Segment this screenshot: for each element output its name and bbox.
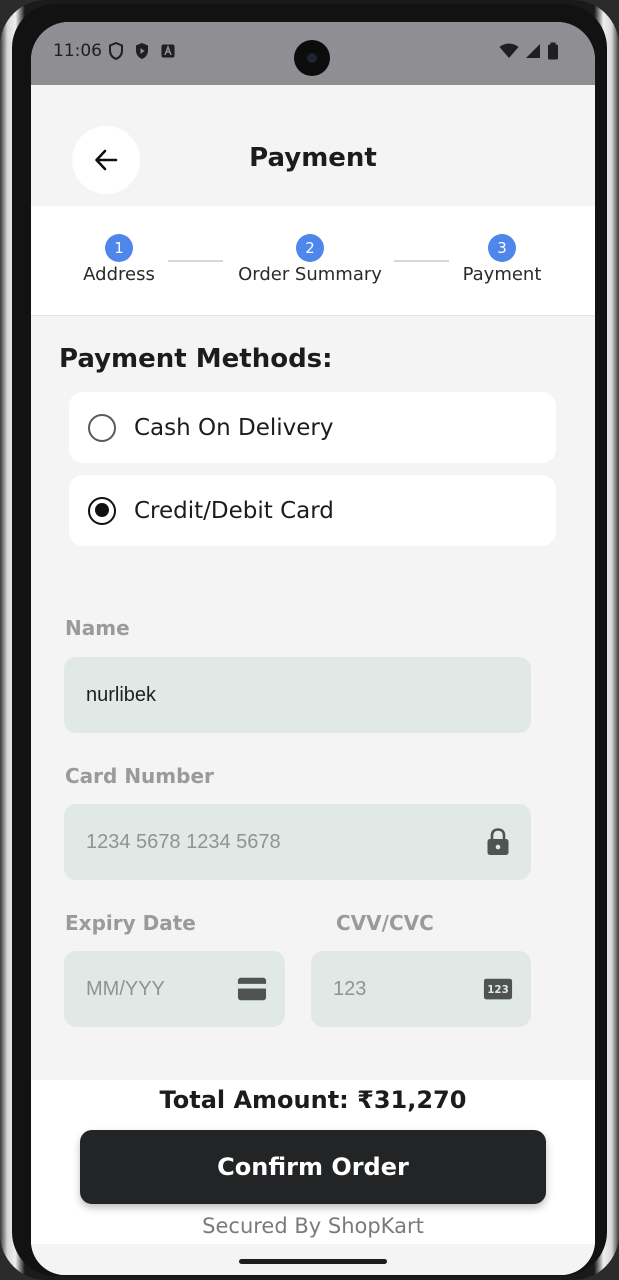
home-indicator[interactable]: [239, 1259, 387, 1264]
name-field-box: [64, 657, 531, 733]
screen: 11:06 Payment 1 Address 2 Order Summary …: [31, 22, 595, 1275]
payment-option-label: Cash On Delivery: [134, 414, 334, 441]
step-label: Address: [83, 264, 155, 285]
pin-123-icon: 123: [483, 974, 513, 1004]
expiry-date-label: Expiry Date: [65, 911, 196, 935]
cvv-label: CVV/CVC: [336, 911, 434, 935]
status-system-icons: [499, 42, 559, 60]
shield-icon: [109, 42, 123, 60]
app-header: Payment: [31, 85, 595, 206]
secured-by-text: Secured By ShopKart: [202, 1214, 424, 1238]
status-time: 11:06: [53, 41, 102, 61]
payment-option-cod[interactable]: Cash On Delivery: [69, 392, 556, 463]
expiry-date-input[interactable]: [64, 951, 237, 1027]
card-number-input[interactable]: [64, 804, 483, 880]
name-input[interactable]: [64, 657, 531, 733]
step-order-summary: 2 Order Summary: [235, 234, 385, 285]
cvv-field-box: 123: [311, 951, 531, 1027]
battery-icon: [548, 42, 558, 60]
radio-button[interactable]: [88, 413, 116, 442]
step-label: Payment: [462, 264, 542, 285]
app-notification-icon: [161, 44, 175, 58]
signal-icon: [526, 44, 540, 58]
wifi-icon: [499, 43, 519, 58]
radio-button-selected[interactable]: [88, 496, 116, 525]
system-nav-bar: [31, 1244, 595, 1275]
expiry-field-box: [64, 951, 285, 1027]
total-amount: Total Amount: ₹31,270: [159, 1086, 467, 1114]
status-notification-icons: [108, 42, 176, 60]
play-protect-icon: [136, 43, 148, 59]
cvv-input[interactable]: [311, 951, 483, 1027]
page-title: Payment: [249, 143, 377, 173]
lock-icon: [483, 827, 513, 857]
front-camera: [294, 40, 330, 76]
step-payment: 3 Payment: [460, 234, 544, 285]
payment-methods-title: Payment Methods:: [59, 344, 333, 374]
step-label: Order Summary: [238, 264, 382, 285]
status-bar: 11:06: [31, 22, 595, 85]
checkout-stepper: 1 Address 2 Order Summary 3 Payment: [31, 206, 595, 316]
confirm-order-button[interactable]: Confirm Order: [80, 1130, 546, 1204]
payment-option-card[interactable]: Credit/Debit Card: [69, 475, 556, 546]
step-address: 1 Address: [83, 234, 155, 285]
step-number: 1: [105, 234, 133, 262]
step-connector: [168, 260, 223, 262]
card-number-field-box: [64, 804, 531, 880]
step-number: 3: [488, 234, 516, 262]
card-number-label: Card Number: [65, 764, 214, 788]
payment-option-label: Credit/Debit Card: [134, 497, 334, 524]
credit-card-icon: [237, 974, 267, 1004]
svg-text:123: 123: [487, 984, 509, 996]
step-number: 2: [296, 234, 324, 262]
step-connector: [394, 260, 449, 262]
name-label: Name: [65, 616, 130, 640]
